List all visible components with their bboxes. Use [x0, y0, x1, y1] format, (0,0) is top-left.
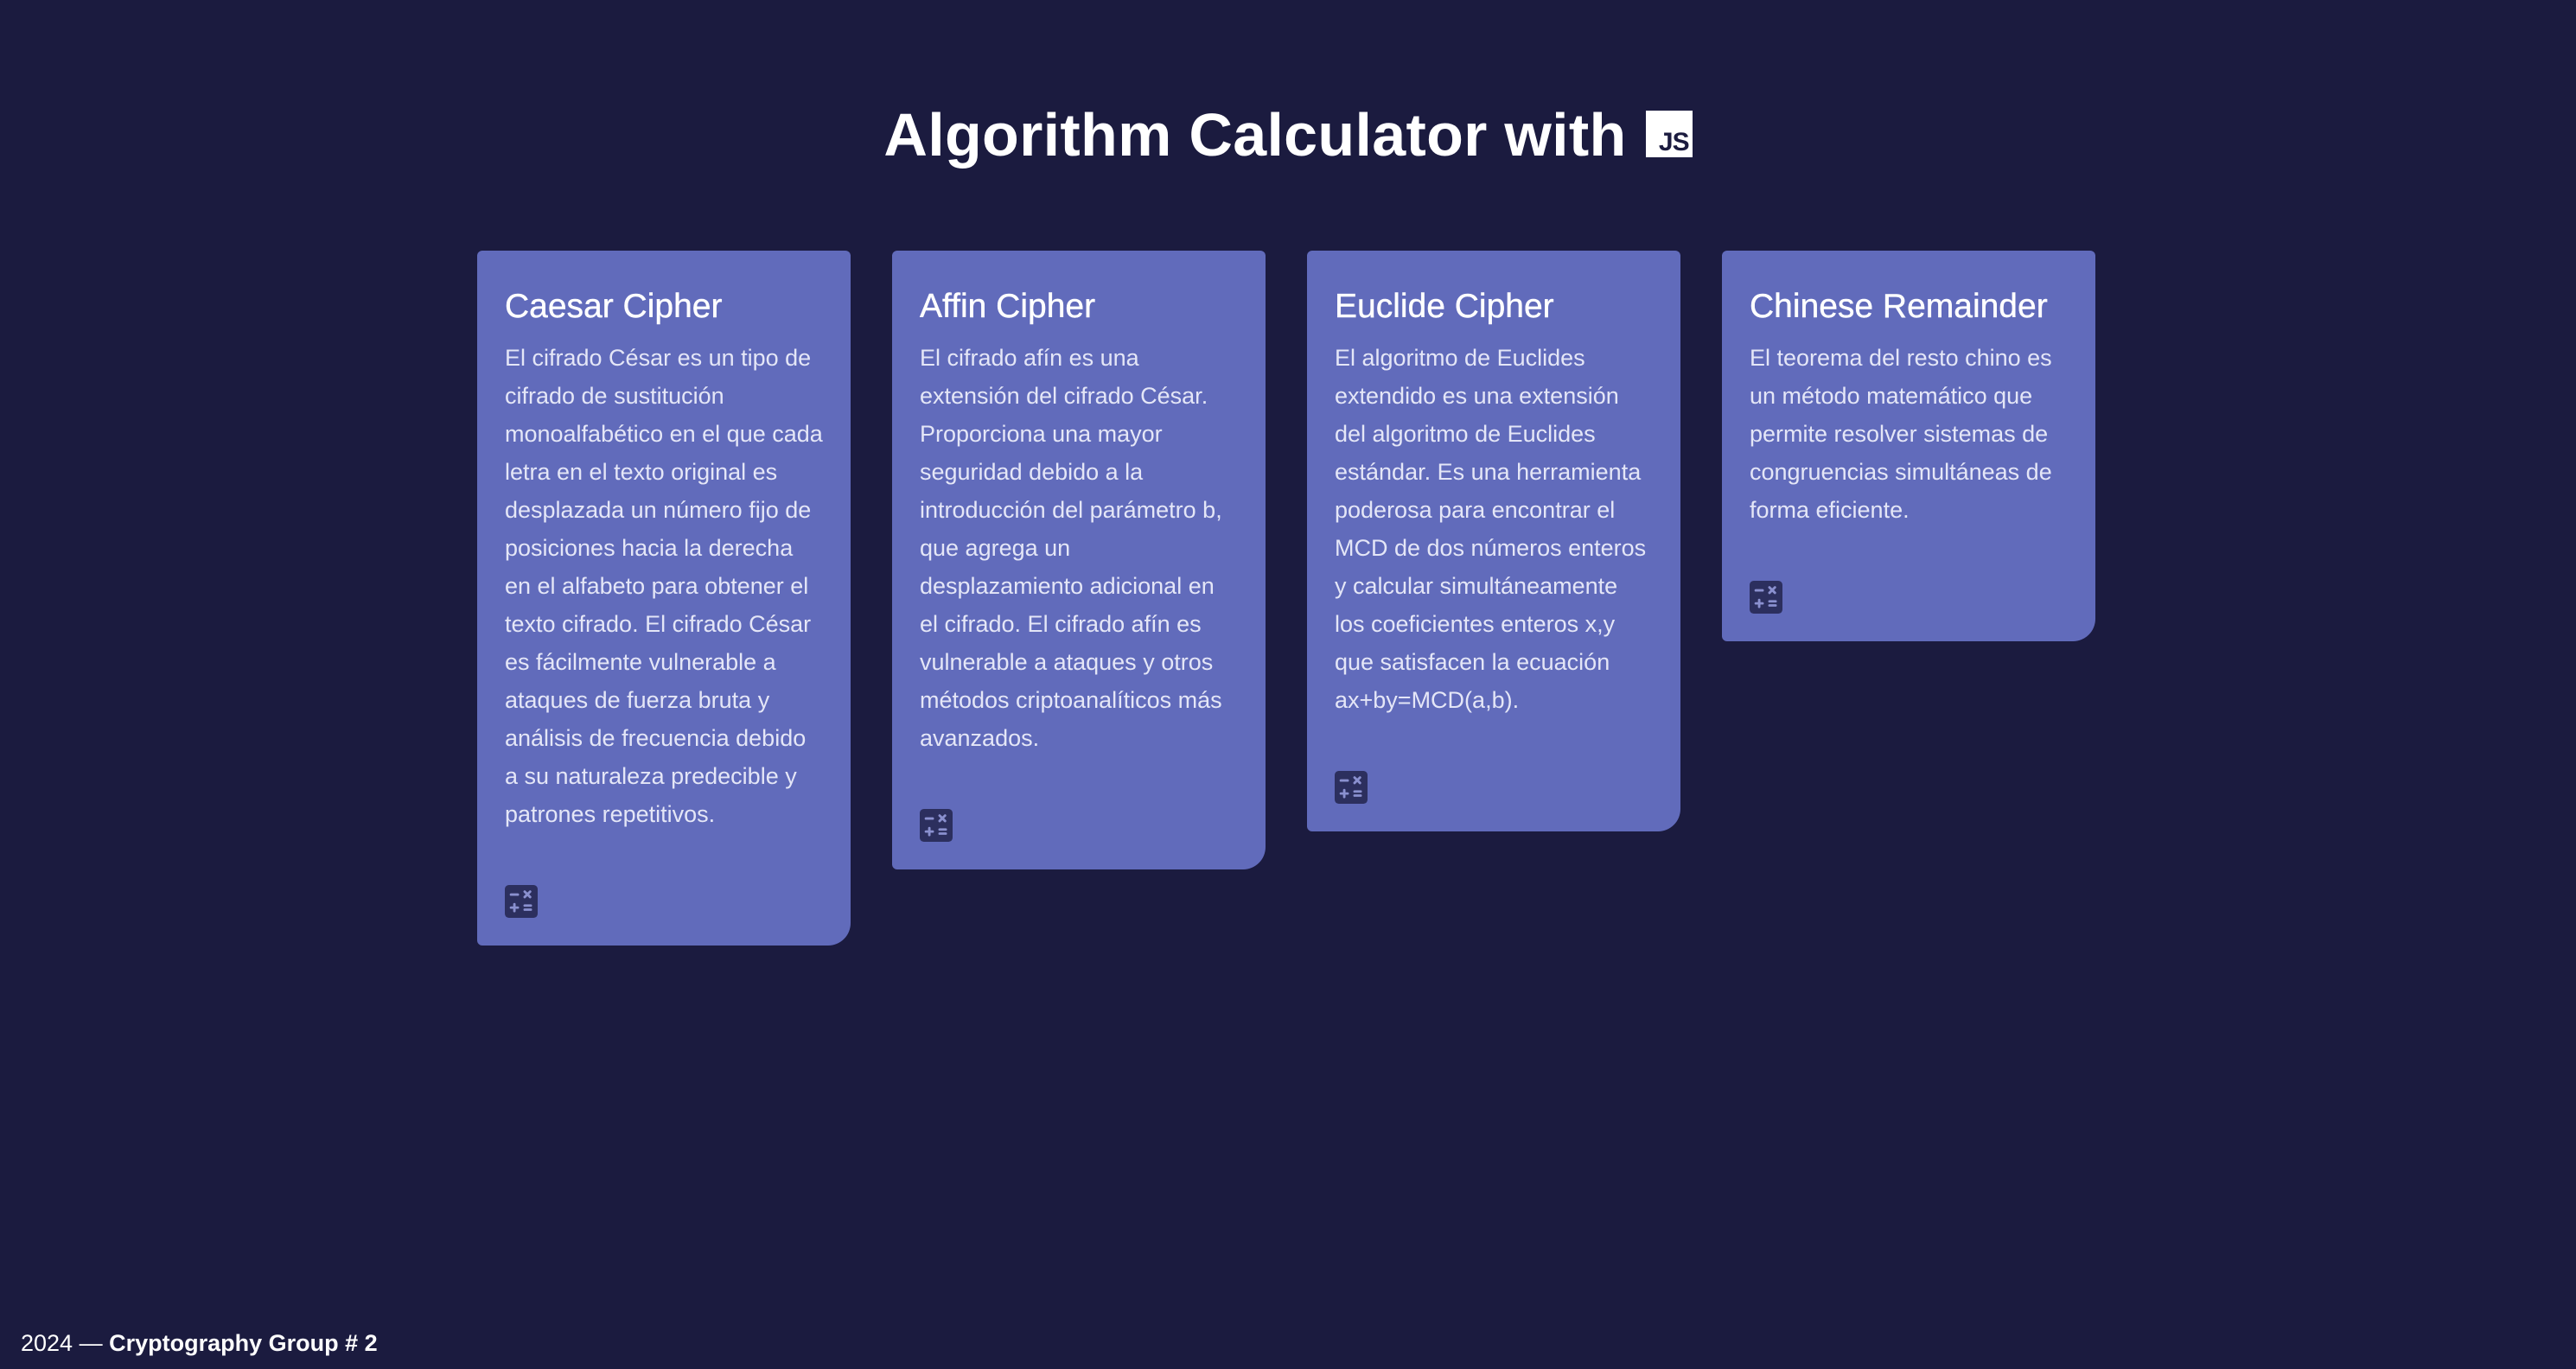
- card-euclide-cipher: Euclide Cipher El algoritmo de Euclides …: [1307, 251, 1680, 831]
- page-title-text: Algorithm Calculator with: [883, 101, 1627, 169]
- card-description: El teorema del resto chino es un método …: [1750, 345, 2052, 523]
- card-description: El cifrado afín es una extensión del cif…: [920, 345, 1222, 751]
- card-title: Caesar Cipher: [505, 288, 723, 325]
- card-title: Euclide Cipher: [1335, 288, 1554, 325]
- footer: 2024 — Cryptography Group # 2: [21, 1328, 378, 1359]
- card-affin-cipher: Affin Cipher El cifrado afín es una exte…: [892, 251, 1266, 869]
- page: Algorithm Calculator with JS Caesar Ciphe…: [0, 0, 2576, 1369]
- calculator-icon[interactable]: [920, 809, 953, 842]
- page-title: Algorithm Calculator with JS: [0, 93, 2576, 176]
- card-title: Chinese Remainder: [1750, 288, 2048, 325]
- javascript-logo-icon: JS: [1645, 111, 1693, 157]
- calculator-icon[interactable]: [1750, 581, 1782, 614]
- card-description: El algoritmo de Euclides extendido es un…: [1335, 345, 1647, 713]
- calculator-icon[interactable]: [505, 885, 538, 918]
- card-description: El cifrado César es un tipo de cifrado d…: [505, 345, 823, 827]
- footer-year: 2024 —: [21, 1330, 103, 1356]
- card-caesar-cipher: Caesar Cipher El cifrado César es un tip…: [477, 251, 851, 946]
- card-chinese-remainder: Chinese Remainder El teorema del resto c…: [1722, 251, 2095, 641]
- calculator-icon[interactable]: [1335, 771, 1368, 804]
- footer-group-name: Cryptography Group # 2: [109, 1330, 378, 1356]
- javascript-logo-text: JS: [1658, 128, 1690, 156]
- card-title: Affin Cipher: [920, 288, 1096, 325]
